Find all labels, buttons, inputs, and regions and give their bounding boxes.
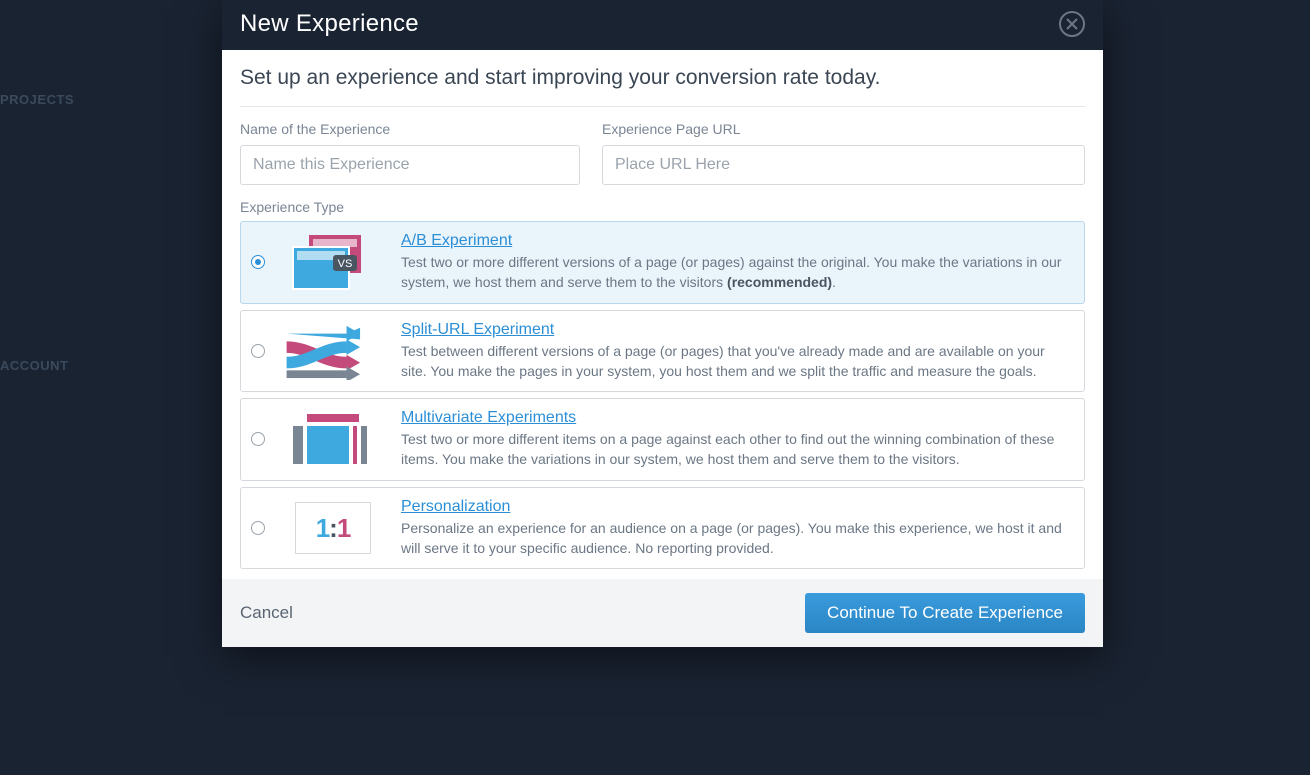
option-desc-pre: Test two or more different items on a pa… xyxy=(401,431,1054,467)
modal-subtitle: Set up an experience and start improving… xyxy=(240,66,1085,107)
modal-body: Set up an experience and start improving… xyxy=(222,50,1103,579)
personalization-icon: 1:1 xyxy=(279,499,387,557)
url-field-group: Experience Page URL xyxy=(602,121,1085,185)
option-text: A/B Experiment Test two or more differen… xyxy=(401,232,1072,293)
option-desc: Test between different versions of a pag… xyxy=(401,341,1072,382)
option-title: A/B Experiment xyxy=(401,232,512,250)
multivariate-icon xyxy=(279,410,387,468)
name-label: Name of the Experience xyxy=(240,121,580,137)
option-desc: Test two or more different versions of a… xyxy=(401,252,1072,293)
new-experience-modal: New Experience Set up an experience and … xyxy=(222,0,1103,647)
option-desc-pre: Test between different versions of a pag… xyxy=(401,343,1045,379)
ab-experiment-icon: VS xyxy=(279,233,387,291)
modal-footer: Cancel Continue To Create Experience xyxy=(222,579,1103,647)
option-desc-post: . xyxy=(832,274,836,290)
type-label: Experience Type xyxy=(240,199,1085,215)
close-button[interactable] xyxy=(1059,11,1085,37)
split-url-icon xyxy=(279,322,387,380)
option-title: Personalization xyxy=(401,498,510,516)
option-personalization[interactable]: 1:1 Personalization Personalize an exper… xyxy=(240,487,1085,570)
cancel-button[interactable]: Cancel xyxy=(240,603,293,623)
option-desc: Personalize an experience for an audienc… xyxy=(401,518,1072,559)
experience-url-input[interactable] xyxy=(602,145,1085,185)
svg-text:VS: VS xyxy=(338,258,353,270)
option-text: Split-URL Experiment Test between differ… xyxy=(401,321,1072,382)
bg-sidebar-projects: PROJECTS xyxy=(0,92,74,107)
form-row: Name of the Experience Experience Page U… xyxy=(240,121,1085,185)
radio-ab[interactable] xyxy=(251,255,265,269)
option-text: Personalization Personalize an experienc… xyxy=(401,498,1072,559)
experience-type-list: VS A/B Experiment Test two or more diffe… xyxy=(240,221,1085,569)
option-text: Multivariate Experiments Test two or mor… xyxy=(401,409,1072,470)
option-ab-experiment[interactable]: VS A/B Experiment Test two or more diffe… xyxy=(240,221,1085,304)
modal-header: New Experience xyxy=(222,0,1103,50)
option-multivariate[interactable]: Multivariate Experiments Test two or mor… xyxy=(240,398,1085,481)
option-desc-pre: Personalize an experience for an audienc… xyxy=(401,520,1062,556)
option-desc: Test two or more different items on a pa… xyxy=(401,429,1072,470)
bg-sidebar-account: ACCOUNT xyxy=(0,358,69,373)
url-label: Experience Page URL xyxy=(602,121,1085,137)
option-title: Multivariate Experiments xyxy=(401,409,576,427)
radio-multivariate[interactable] xyxy=(251,432,265,446)
name-field-group: Name of the Experience xyxy=(240,121,580,185)
radio-personalization[interactable] xyxy=(251,521,265,535)
radio-split-url[interactable] xyxy=(251,344,265,358)
option-desc-bold: (recommended) xyxy=(727,274,832,290)
option-split-url[interactable]: Split-URL Experiment Test between differ… xyxy=(240,310,1085,393)
modal-title: New Experience xyxy=(240,10,419,38)
continue-button[interactable]: Continue To Create Experience xyxy=(805,593,1085,633)
option-title: Split-URL Experiment xyxy=(401,321,554,339)
experience-name-input[interactable] xyxy=(240,145,580,185)
close-icon xyxy=(1066,18,1078,30)
